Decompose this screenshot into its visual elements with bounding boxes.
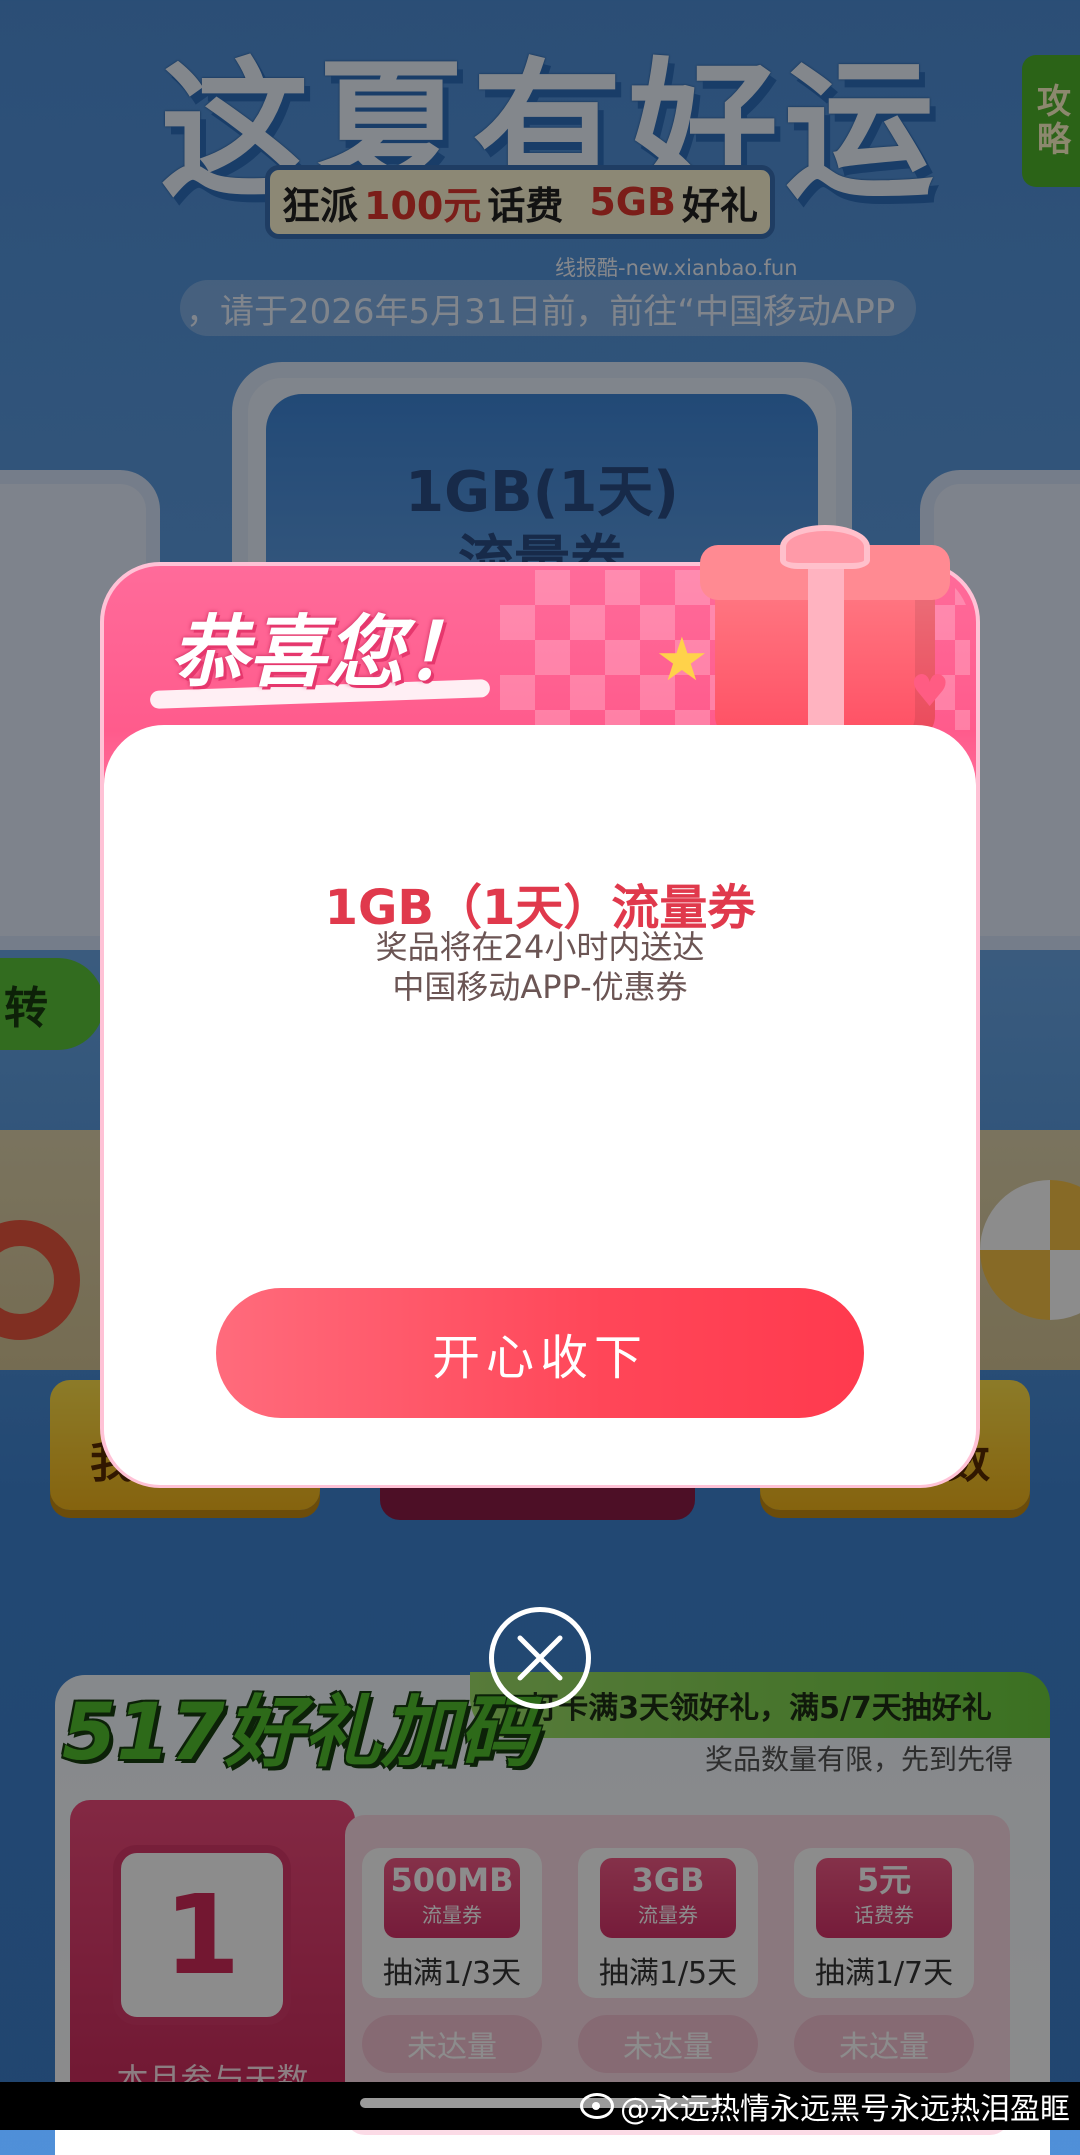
gift-bow-icon <box>780 525 870 569</box>
weibo-icon <box>580 2093 614 2119</box>
star-icon: ★ <box>655 625 709 695</box>
gift-box-ribbon <box>808 545 844 740</box>
won-prize-location-note: 中国移动APP-优惠券 <box>392 968 688 1006</box>
heart-icon: ♥ <box>910 666 950 717</box>
close-modal-button[interactable] <box>489 1607 591 1709</box>
modal-title: 恭喜您！ <box>170 608 483 698</box>
close-icon <box>517 1635 563 1681</box>
weibo-watermark: @永远热情永远黑号永远热泪盈眶 <box>580 2084 1070 2128</box>
won-prize-note: 奖品将在24小时内送达 中国移动APP-优惠券 <box>104 927 976 1007</box>
won-prize-delivery-note: 奖品将在24小时内送达 <box>375 928 705 966</box>
weibo-handle: @永远热情永远黑号永远热泪盈眶 <box>620 2092 1070 2127</box>
accept-prize-button[interactable]: 开心收下 <box>216 1288 864 1418</box>
